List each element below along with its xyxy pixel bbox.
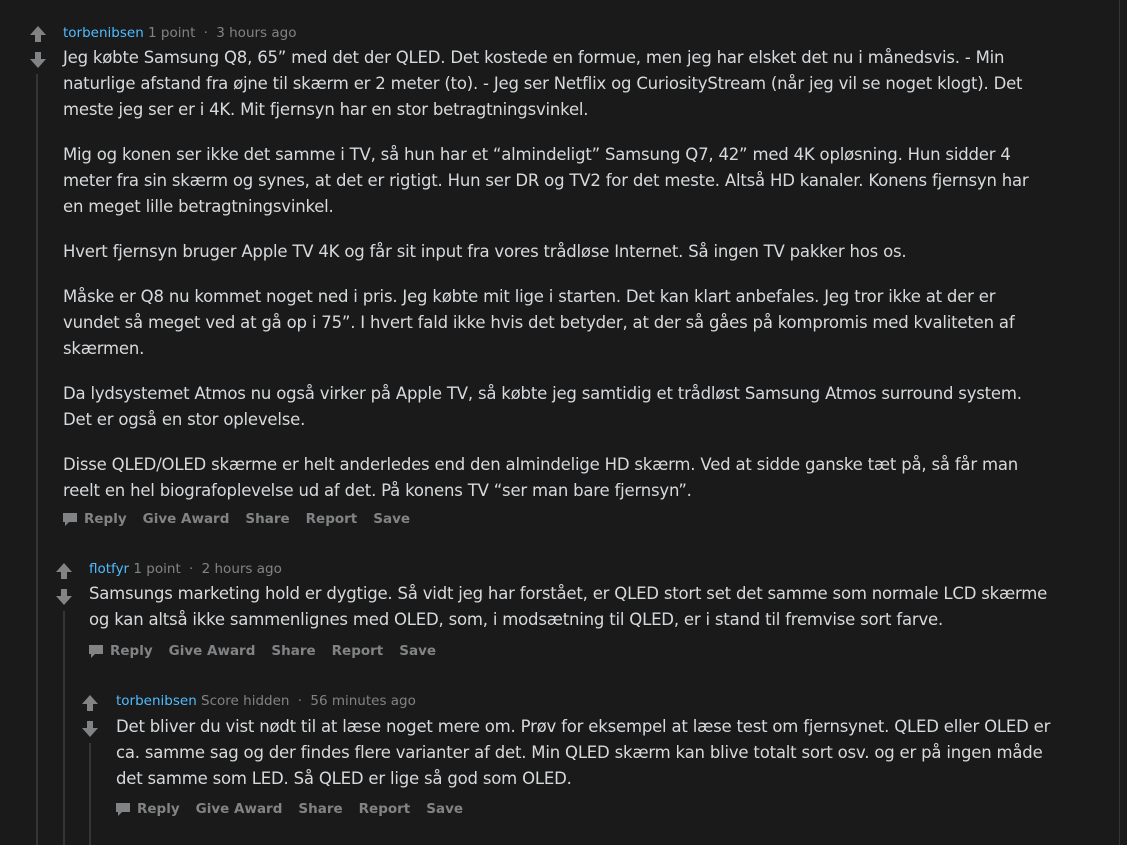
separator-dot: · — [297, 693, 303, 709]
report-button[interactable]: Report — [359, 801, 411, 817]
author-link[interactable]: torbenibsen — [116, 693, 197, 709]
downvote-arrow-icon[interactable] — [80, 719, 100, 739]
save-button[interactable]: Save — [426, 801, 463, 817]
thread-collapse-line[interactable] — [89, 743, 91, 845]
comment-thread-panel: torbenibsen 1 point · 3 hours ago Jeg kø… — [0, 0, 1120, 845]
comment-actions: Reply Give Award Share Report Save — [115, 801, 479, 817]
comment-3: torbenibsen Score hidden · 56 minutes ag… — [0, 0, 1119, 845]
speech-bubble-icon — [115, 801, 131, 817]
vote-controls — [80, 693, 100, 739]
give-award-button[interactable]: Give Award — [196, 801, 283, 817]
reply-label: Reply — [137, 801, 180, 817]
reply-button[interactable]: Reply — [115, 801, 180, 817]
comment-body: Det bliver du vist nødt til at læse noge… — [116, 714, 1061, 792]
comment-meta: torbenibsen Score hidden · 56 minutes ag… — [116, 692, 416, 710]
timestamp[interactable]: 56 minutes ago — [310, 693, 416, 709]
comment-paragraph: Det bliver du vist nødt til at læse noge… — [116, 717, 1051, 788]
upvote-arrow-icon[interactable] — [80, 693, 100, 713]
share-button[interactable]: Share — [298, 801, 342, 817]
score: Score hidden — [201, 693, 290, 709]
